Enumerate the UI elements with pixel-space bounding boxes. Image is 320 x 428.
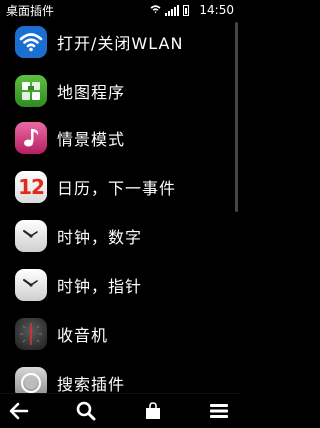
status-title: 桌面插件 xyxy=(6,3,55,18)
clock-icon xyxy=(15,269,47,301)
bottom-toolbar xyxy=(0,393,240,428)
list-item-label: 情景模式 xyxy=(57,130,126,149)
signal-icon xyxy=(165,4,180,16)
maps-icon xyxy=(15,75,47,107)
radio-icon xyxy=(15,318,47,350)
back-arrow-icon[interactable] xyxy=(8,400,30,422)
list-item-label: 收音机 xyxy=(57,326,109,345)
list-item-radio[interactable]: 收音机 xyxy=(0,312,240,356)
status-bar: 桌面插件 14:50 xyxy=(0,0,240,20)
search-widget-icon xyxy=(15,367,47,393)
list-item-label: 搜索插件 xyxy=(57,375,126,393)
list-item-label: 地图程序 xyxy=(57,83,126,102)
status-indicators: 14:50 xyxy=(150,3,234,17)
calendar-day: 12 xyxy=(18,175,45,199)
search-icon[interactable] xyxy=(75,400,97,422)
clock-icon xyxy=(15,220,47,252)
widget-list: 打开/关闭WLAN 地图程序 情景模式 12 日历，下一事件 时钟，数字 时钟，… xyxy=(0,20,240,393)
battery-icon xyxy=(183,4,190,16)
list-item-wlan[interactable]: 打开/关闭WLAN xyxy=(0,20,240,64)
list-item-profiles[interactable]: 情景模式 xyxy=(0,116,240,160)
wlan-icon xyxy=(15,26,47,58)
list-item-maps[interactable]: 地图程序 xyxy=(0,69,240,113)
status-time: 14:50 xyxy=(199,3,234,17)
list-item-label: 打开/关闭WLAN xyxy=(57,34,184,53)
list-item-label: 日历，下一事件 xyxy=(57,179,177,198)
wifi-icon xyxy=(150,4,161,17)
list-item-clock-digital[interactable]: 时钟，数字 xyxy=(0,214,240,258)
profile-music-icon xyxy=(15,122,47,154)
scrollbar[interactable] xyxy=(235,22,238,212)
list-item-calendar[interactable]: 12 日历，下一事件 xyxy=(0,165,240,209)
list-item-clock-analog[interactable]: 时钟，指针 xyxy=(0,263,240,307)
list-item-label: 时钟，指针 xyxy=(57,277,143,296)
list-item-search-widget[interactable]: 搜索插件 xyxy=(0,361,240,393)
store-bag-icon[interactable] xyxy=(142,400,164,422)
list-item-label: 时钟，数字 xyxy=(57,228,143,247)
menu-icon[interactable] xyxy=(208,400,230,422)
calendar-icon: 12 xyxy=(15,171,47,203)
